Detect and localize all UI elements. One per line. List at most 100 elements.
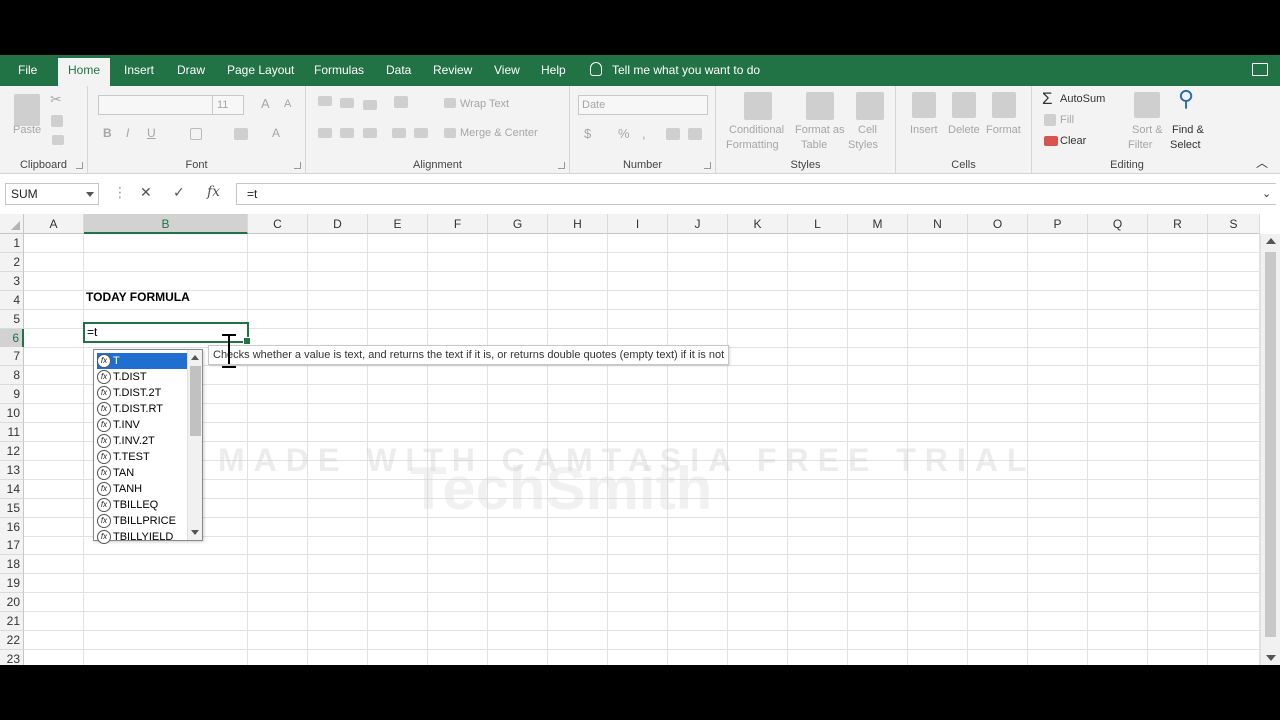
column-header-a[interactable]: A — [24, 214, 84, 234]
row-header-19[interactable]: 19 — [0, 574, 24, 594]
column-header-o[interactable]: O — [968, 214, 1028, 234]
decrease-decimal-icon[interactable] — [688, 128, 702, 140]
scroll-thumb[interactable] — [190, 366, 201, 436]
column-header-l[interactable]: L — [788, 214, 848, 234]
autosum-icon[interactable]: Σ — [1042, 89, 1053, 109]
italic-icon[interactable]: I — [126, 126, 129, 140]
autocomplete-list[interactable]: fx Tfx T.DIST fx T.DIST.2T fx T.DIST.RT fx T.INV… — [93, 349, 203, 544]
row-header-21[interactable]: 21 — [0, 612, 24, 631]
find-icon[interactable]: ⚲ — [1178, 86, 1194, 112]
expand-formula-icon[interactable]: ⌄ — [1262, 187, 1271, 200]
autocomplete-item[interactable]: fx T.DIST — [97, 369, 187, 385]
increase-indent-icon[interactable] — [414, 128, 428, 138]
column-header-q[interactable]: Q — [1088, 214, 1148, 234]
increase-decimal-icon[interactable] — [666, 128, 680, 140]
fill-label[interactable]: Fill — [1060, 114, 1074, 126]
cell-label[interactable]: Cell — [858, 124, 877, 136]
tab-review[interactable]: Review — [423, 55, 482, 86]
column-header-n[interactable]: N — [908, 214, 968, 234]
styles-word-label[interactable]: Styles — [848, 139, 878, 151]
bold-icon[interactable]: B — [103, 126, 112, 140]
font-name-select[interactable] — [98, 95, 214, 115]
row-header-12[interactable]: 12 — [0, 441, 24, 461]
number-format-select[interactable]: Date — [578, 95, 708, 115]
fill-icon[interactable] — [1044, 114, 1056, 126]
cut-icon[interactable]: ✂ — [50, 91, 62, 108]
row-header-15[interactable]: 15 — [0, 498, 24, 518]
vertical-scrollbar[interactable] — [1260, 234, 1280, 665]
vertical-scroll-thumb[interactable] — [1265, 252, 1276, 637]
select-all-corner[interactable] — [0, 214, 24, 234]
top-align-icon[interactable] — [318, 96, 332, 106]
conditional-label[interactable]: Conditional — [729, 124, 784, 136]
autocomplete-item[interactable]: fx T.DIST.2T — [97, 385, 187, 401]
tab-help[interactable]: Help — [531, 55, 576, 86]
column-header-p[interactable]: P — [1028, 214, 1088, 234]
delete-cells-icon[interactable] — [952, 92, 976, 118]
orientation-icon[interactable] — [394, 96, 408, 108]
select-label[interactable]: Select — [1170, 139, 1201, 151]
autocomplete-item[interactable]: fx TAN — [97, 465, 187, 481]
name-box[interactable]: SUM — [5, 183, 99, 205]
row-header-10[interactable]: 10 — [0, 404, 24, 424]
column-header-f[interactable]: F — [428, 214, 488, 234]
insert-label[interactable]: Insert — [910, 124, 938, 136]
row-header-7[interactable]: 7 — [0, 347, 24, 367]
tab-formulas[interactable]: Formulas — [304, 55, 374, 86]
row-header-11[interactable]: 11 — [0, 423, 24, 442]
tab-draw[interactable]: Draw — [167, 55, 215, 86]
row-header-8[interactable]: 8 — [0, 366, 24, 386]
cell-b4[interactable]: TODAY FORMULA — [86, 290, 190, 304]
row-header-23[interactable]: 23 — [0, 649, 24, 665]
row-header-17[interactable]: 17 — [0, 536, 24, 556]
row-header-18[interactable]: 18 — [0, 555, 24, 575]
currency-icon[interactable]: $ — [584, 126, 591, 141]
format-as-table-icon[interactable] — [806, 92, 834, 120]
column-header-c[interactable]: C — [248, 214, 308, 234]
column-header-h[interactable]: H — [548, 214, 608, 234]
comma-icon[interactable]: , — [642, 126, 646, 141]
row-header-4[interactable]: 4 — [0, 290, 24, 310]
formula-input[interactable]: =t — [236, 183, 1276, 205]
row-header-5[interactable]: 5 — [0, 309, 24, 329]
font-color-icon[interactable]: A — [272, 126, 280, 140]
filter-label[interactable]: Filter — [1128, 139, 1152, 151]
row-header-14[interactable]: 14 — [0, 479, 24, 499]
autocomplete-item[interactable]: fx T.TEST — [97, 449, 187, 465]
insert-function-icon[interactable]: fx — [207, 184, 220, 200]
formatting-label[interactable]: Formatting — [726, 139, 779, 151]
align-center-icon[interactable] — [340, 128, 354, 138]
autocomplete-item[interactable]: fx T.INV.2T — [97, 433, 187, 449]
alignment-launcher-icon[interactable] — [558, 162, 565, 169]
comments-icon[interactable] — [1252, 63, 1268, 76]
clear-label[interactable]: Clear — [1060, 135, 1086, 147]
column-header-j[interactable]: J — [668, 214, 728, 234]
row-header-16[interactable]: 16 — [0, 517, 24, 537]
column-header-s[interactable]: S — [1208, 214, 1260, 234]
column-header-m[interactable]: M — [848, 214, 908, 234]
column-header-k[interactable]: K — [728, 214, 788, 234]
sort-filter-icon[interactable] — [1134, 92, 1160, 118]
eraser-icon[interactable] — [1044, 136, 1058, 146]
column-header-r[interactable]: R — [1148, 214, 1208, 234]
decrease-font-icon[interactable]: A — [284, 98, 291, 110]
autocomplete-item[interactable]: fx T.DIST.RT — [97, 401, 187, 417]
autocomplete-scrollbar[interactable] — [187, 350, 202, 540]
fill-color-icon[interactable] — [234, 128, 248, 140]
wrap-text-label[interactable]: Wrap Text — [460, 98, 509, 110]
autocomplete-item[interactable]: fx TANH — [97, 481, 187, 497]
format-as-label[interactable]: Format as — [795, 124, 845, 136]
middle-align-icon[interactable] — [340, 98, 354, 108]
scroll-down-icon[interactable] — [1266, 655, 1276, 661]
format-cells-icon[interactable] — [992, 92, 1016, 118]
clipboard-launcher-icon[interactable] — [76, 162, 83, 169]
align-right-icon[interactable] — [363, 128, 377, 138]
scroll-up-icon[interactable] — [191, 355, 199, 360]
tab-insert[interactable]: Insert — [114, 55, 164, 86]
percent-icon[interactable]: % — [618, 126, 630, 141]
tab-page-layout[interactable]: Page Layout — [217, 55, 304, 86]
row-header-20[interactable]: 20 — [0, 593, 24, 613]
cancel-icon[interactable]: ✕ — [140, 184, 152, 201]
scroll-down-icon[interactable] — [191, 530, 199, 535]
conditional-formatting-icon[interactable] — [744, 92, 772, 120]
